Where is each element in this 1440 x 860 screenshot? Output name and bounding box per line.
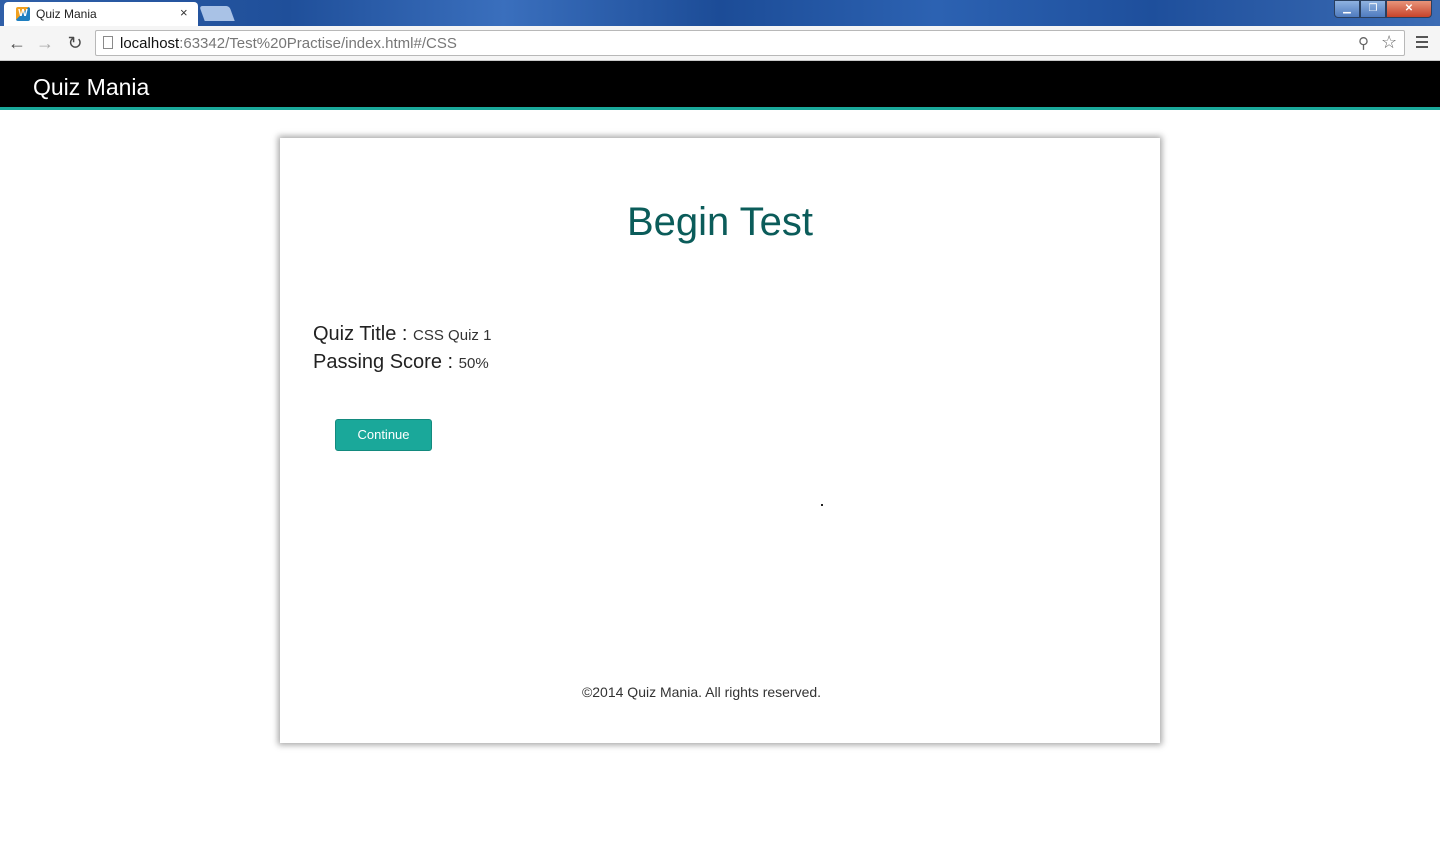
browser-toolbar: ← → ↻ localhost:63342/Test%20Practise/in… xyxy=(0,26,1440,61)
webstorm-favicon-icon: W xyxy=(16,7,30,21)
quiz-title-label: Quiz Title : xyxy=(313,323,408,345)
back-arrow-icon[interactable]: ← xyxy=(6,32,28,54)
address-bar[interactable]: localhost:63342/Test%20Practise/index.ht… xyxy=(95,30,1405,56)
url-host: localhost xyxy=(120,35,180,52)
close-window-icon[interactable]: ✕ xyxy=(1386,0,1432,18)
bookmark-star-icon[interactable]: ☆ xyxy=(1381,32,1397,53)
page-icon xyxy=(103,36,113,49)
zoom-icon[interactable]: ⚲ xyxy=(1358,34,1369,52)
passing-score-row: Passing Score : 50% xyxy=(313,351,489,374)
tab-close-icon[interactable]: × xyxy=(180,6,188,20)
browser-tab[interactable]: W Quiz Mania × xyxy=(4,2,198,26)
stray-dot xyxy=(821,504,823,506)
brand-title[interactable]: Quiz Mania xyxy=(33,74,149,101)
passing-score-label: Passing Score : xyxy=(313,351,454,373)
window-controls: ▁ ❐ ✕ xyxy=(1334,0,1434,18)
url-path: :63342/Test%20Practise/index.html#/CSS xyxy=(179,35,457,52)
new-tab-button[interactable] xyxy=(199,6,235,21)
reload-icon[interactable]: ↻ xyxy=(64,32,86,54)
footer-copyright: ©2014 Quiz Mania. All rights reserved. xyxy=(581,684,822,700)
restore-icon[interactable]: ❐ xyxy=(1360,0,1386,18)
tab-title: Quiz Mania xyxy=(36,7,97,21)
passing-score-value: 50% xyxy=(458,355,489,372)
browser-titlebar: W Quiz Mania × ▁ ❐ ✕ xyxy=(0,0,1440,26)
forward-arrow-icon[interactable]: → xyxy=(34,32,56,54)
quiz-title-value: CSS Quiz 1 xyxy=(413,327,492,344)
page-title: Begin Test xyxy=(626,200,814,244)
url-text[interactable]: localhost:63342/Test%20Practise/index.ht… xyxy=(120,35,457,52)
continue-button[interactable]: Continue xyxy=(335,419,432,451)
quiz-title-row: Quiz Title : CSS Quiz 1 xyxy=(313,323,491,346)
app-header: Quiz Mania xyxy=(0,61,1440,110)
menu-icon[interactable] xyxy=(1416,33,1430,53)
minimize-icon[interactable]: ▁ xyxy=(1334,0,1360,18)
